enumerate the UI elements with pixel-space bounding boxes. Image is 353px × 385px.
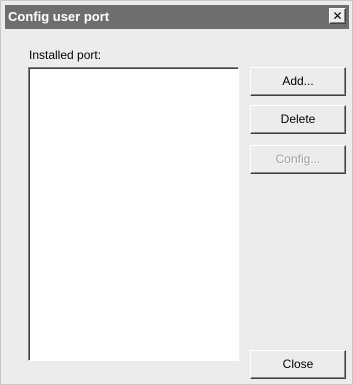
close-button[interactable]: Close [250, 350, 346, 379]
config-button[interactable]: Config... [250, 145, 346, 174]
installed-port-list[interactable] [28, 67, 239, 361]
add-button[interactable]: Add... [250, 67, 346, 96]
title-bar[interactable]: Config user port ✕ [5, 5, 349, 29]
close-icon: ✕ [332, 9, 343, 23]
delete-button[interactable]: Delete [250, 105, 346, 134]
config-user-port-dialog: Config user port ✕ Installed port: Add..… [0, 0, 353, 385]
close-window-button[interactable]: ✕ [329, 8, 346, 24]
installed-port-label: Installed port: [29, 48, 102, 62]
dialog-title: Config user port [8, 9, 110, 24]
